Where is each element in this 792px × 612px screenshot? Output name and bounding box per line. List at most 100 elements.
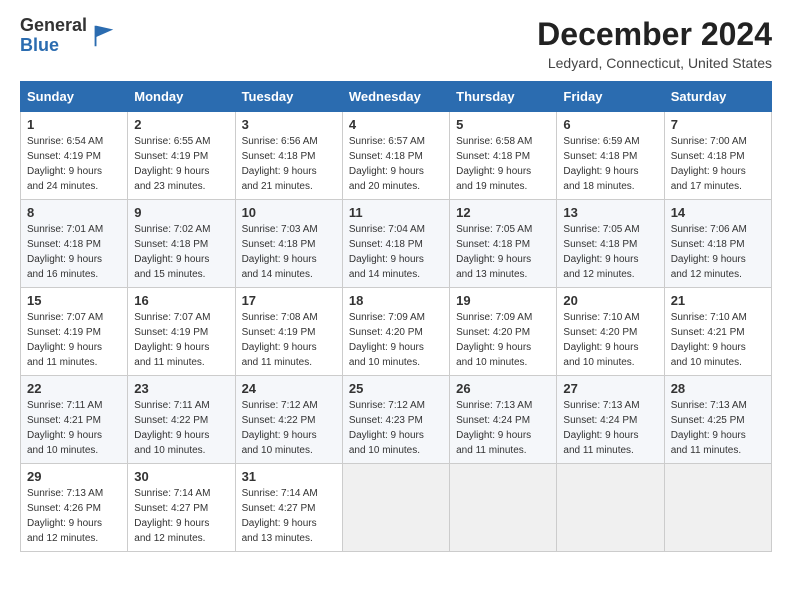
column-header-friday: Friday — [557, 82, 664, 112]
day-info: Sunrise: 7:12 AMSunset: 4:23 PMDaylight:… — [349, 398, 443, 458]
logo: General Blue — [20, 16, 117, 56]
calendar-week-4: 22 Sunrise: 7:11 AMSunset: 4:21 PMDayligh… — [21, 376, 772, 464]
day-info: Sunrise: 7:07 AMSunset: 4:19 PMDaylight:… — [134, 310, 228, 370]
day-info: Sunrise: 7:13 AMSunset: 4:26 PMDaylight:… — [27, 486, 121, 546]
calendar-week-1: 1 Sunrise: 6:54 AMSunset: 4:19 PMDaylight… — [21, 112, 772, 200]
day-number: 2 — [134, 117, 228, 132]
calendar-cell: 9 Sunrise: 7:02 AMSunset: 4:18 PMDaylight… — [128, 200, 235, 288]
day-number: 28 — [671, 381, 765, 396]
day-number: 27 — [563, 381, 657, 396]
day-number: 11 — [349, 205, 443, 220]
logo-flag-icon — [89, 22, 117, 50]
day-info: Sunrise: 7:13 AMSunset: 4:25 PMDaylight:… — [671, 398, 765, 458]
calendar-body: 1 Sunrise: 6:54 AMSunset: 4:19 PMDaylight… — [21, 112, 772, 552]
calendar-cell: 15 Sunrise: 7:07 AMSunset: 4:19 PMDayligh… — [21, 288, 128, 376]
day-number: 8 — [27, 205, 121, 220]
calendar-cell: 17 Sunrise: 7:08 AMSunset: 4:19 PMDayligh… — [235, 288, 342, 376]
day-info: Sunrise: 7:13 AMSunset: 4:24 PMDaylight:… — [563, 398, 657, 458]
calendar-cell: 3Sunrise: 6:56 AMSunset: 4:18 PMDaylight… — [235, 112, 342, 200]
day-info: Sunrise: 7:10 AMSunset: 4:20 PMDaylight:… — [563, 310, 657, 370]
title-area: December 2024 Ledyard, Connecticut, Unit… — [537, 16, 772, 71]
day-info: Sunrise: 7:14 AMSunset: 4:27 PMDaylight:… — [242, 486, 336, 546]
calendar-cell: 26 Sunrise: 7:13 AMSunset: 4:24 PMDayligh… — [450, 376, 557, 464]
day-number: 17 — [242, 293, 336, 308]
calendar-title: December 2024 — [537, 16, 772, 53]
calendar-cell: 12 Sunrise: 7:05 AMSunset: 4:18 PMDayligh… — [450, 200, 557, 288]
day-number: 25 — [349, 381, 443, 396]
day-info: Sunrise: 7:11 AMSunset: 4:22 PMDaylight:… — [134, 398, 228, 458]
day-info: Sunrise: 7:14 AMSunset: 4:27 PMDaylight:… — [134, 486, 228, 546]
column-header-monday: Monday — [128, 82, 235, 112]
day-number: 10 — [242, 205, 336, 220]
calendar-cell: 25 Sunrise: 7:12 AMSunset: 4:23 PMDayligh… — [342, 376, 449, 464]
calendar-cell: 1 Sunrise: 6:54 AMSunset: 4:19 PMDaylight… — [21, 112, 128, 200]
calendar-cell: 28 Sunrise: 7:13 AMSunset: 4:25 PMDayligh… — [664, 376, 771, 464]
day-number: 21 — [671, 293, 765, 308]
calendar-cell: 11 Sunrise: 7:04 AMSunset: 4:18 PMDayligh… — [342, 200, 449, 288]
day-number: 13 — [563, 205, 657, 220]
day-info: Sunrise: 7:11 AMSunset: 4:21 PMDaylight:… — [27, 398, 121, 458]
day-number: 31 — [242, 469, 336, 484]
day-info: Sunrise: 6:54 AMSunset: 4:19 PMDaylight:… — [27, 134, 121, 194]
column-header-sunday: Sunday — [21, 82, 128, 112]
day-number: 15 — [27, 293, 121, 308]
day-number: 1 — [27, 117, 121, 132]
day-info: Sunrise: 7:05 AMSunset: 4:18 PMDaylight:… — [563, 222, 657, 282]
calendar-cell — [342, 464, 449, 552]
day-number: 26 — [456, 381, 550, 396]
day-info: Sunrise: 6:59 AMSunset: 4:18 PMDaylight:… — [563, 134, 657, 194]
day-info: Sunrise: 7:04 AMSunset: 4:18 PMDaylight:… — [349, 222, 443, 282]
calendar-subtitle: Ledyard, Connecticut, United States — [537, 55, 772, 71]
calendar-cell: 22 Sunrise: 7:11 AMSunset: 4:21 PMDayligh… — [21, 376, 128, 464]
day-number: 14 — [671, 205, 765, 220]
calendar-cell: 29 Sunrise: 7:13 AMSunset: 4:26 PMDayligh… — [21, 464, 128, 552]
day-info: Sunrise: 7:09 AMSunset: 4:20 PMDaylight:… — [349, 310, 443, 370]
day-number: 16 — [134, 293, 228, 308]
day-number: 18 — [349, 293, 443, 308]
calendar-cell: 31 Sunrise: 7:14 AMSunset: 4:27 PMDayligh… — [235, 464, 342, 552]
day-number: 30 — [134, 469, 228, 484]
calendar-cell — [664, 464, 771, 552]
column-header-wednesday: Wednesday — [342, 82, 449, 112]
calendar-cell: 18 Sunrise: 7:09 AMSunset: 4:20 PMDayligh… — [342, 288, 449, 376]
day-info: Sunrise: 6:56 AMSunset: 4:18 PMDaylight:… — [242, 134, 336, 194]
calendar-cell: 19Sunrise: 7:09 AMSunset: 4:20 PMDayligh… — [450, 288, 557, 376]
calendar-cell: 13 Sunrise: 7:05 AMSunset: 4:18 PMDayligh… — [557, 200, 664, 288]
calendar-cell: 21 Sunrise: 7:10 AMSunset: 4:21 PMDayligh… — [664, 288, 771, 376]
day-info: Sunrise: 6:58 AMSunset: 4:18 PMDaylight:… — [456, 134, 550, 194]
day-number: 7 — [671, 117, 765, 132]
day-info: Sunrise: 6:55 AMSunset: 4:19 PMDaylight:… — [134, 134, 228, 194]
calendar-cell: 14Sunrise: 7:06 AMSunset: 4:18 PMDayligh… — [664, 200, 771, 288]
column-header-saturday: Saturday — [664, 82, 771, 112]
calendar-table: SundayMondayTuesdayWednesdayThursdayFrid… — [20, 81, 772, 552]
calendar-cell — [557, 464, 664, 552]
day-number: 6 — [563, 117, 657, 132]
day-info: Sunrise: 7:08 AMSunset: 4:19 PMDaylight:… — [242, 310, 336, 370]
day-number: 29 — [27, 469, 121, 484]
day-number: 22 — [27, 381, 121, 396]
day-number: 23 — [134, 381, 228, 396]
day-number: 5 — [456, 117, 550, 132]
day-info: Sunrise: 6:57 AMSunset: 4:18 PMDaylight:… — [349, 134, 443, 194]
day-info: Sunrise: 7:13 AMSunset: 4:24 PMDaylight:… — [456, 398, 550, 458]
day-number: 9 — [134, 205, 228, 220]
day-info: Sunrise: 7:05 AMSunset: 4:18 PMDaylight:… — [456, 222, 550, 282]
calendar-cell: 27 Sunrise: 7:13 AMSunset: 4:24 PMDayligh… — [557, 376, 664, 464]
logo-general: General — [20, 15, 87, 35]
calendar-header-row: SundayMondayTuesdayWednesdayThursdayFrid… — [21, 82, 772, 112]
logo-blue: Blue — [20, 35, 59, 55]
day-info: Sunrise: 7:02 AMSunset: 4:18 PMDaylight:… — [134, 222, 228, 282]
day-info: Sunrise: 7:03 AMSunset: 4:18 PMDaylight:… — [242, 222, 336, 282]
day-info: Sunrise: 7:07 AMSunset: 4:19 PMDaylight:… — [27, 310, 121, 370]
column-header-thursday: Thursday — [450, 82, 557, 112]
calendar-cell: 10 Sunrise: 7:03 AMSunset: 4:18 PMDayligh… — [235, 200, 342, 288]
calendar-cell: 8 Sunrise: 7:01 AMSunset: 4:18 PMDaylight… — [21, 200, 128, 288]
calendar-cell: 7Sunrise: 7:00 AMSunset: 4:18 PMDaylight… — [664, 112, 771, 200]
calendar-week-2: 8 Sunrise: 7:01 AMSunset: 4:18 PMDaylight… — [21, 200, 772, 288]
day-info: Sunrise: 7:10 AMSunset: 4:21 PMDaylight:… — [671, 310, 765, 370]
logo-text: General Blue — [20, 16, 87, 56]
day-info: Sunrise: 7:01 AMSunset: 4:18 PMDaylight:… — [27, 222, 121, 282]
day-number: 12 — [456, 205, 550, 220]
day-number: 20 — [563, 293, 657, 308]
calendar-cell: 16 Sunrise: 7:07 AMSunset: 4:19 PMDayligh… — [128, 288, 235, 376]
